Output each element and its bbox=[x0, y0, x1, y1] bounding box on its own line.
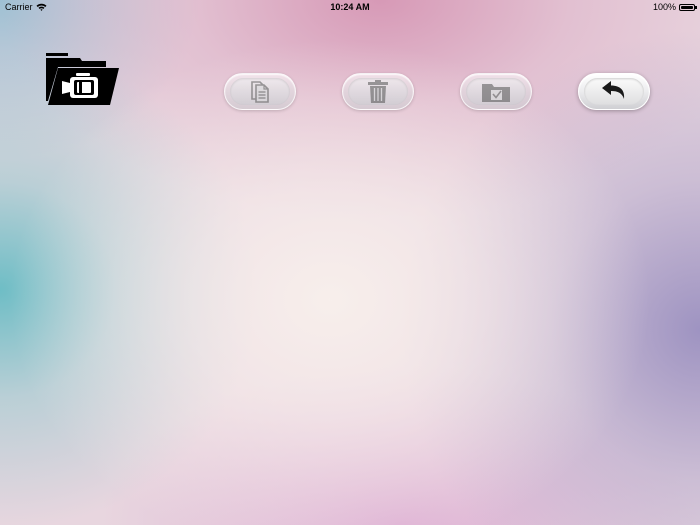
trash-icon bbox=[368, 79, 388, 103]
copy-documents-icon bbox=[251, 80, 269, 103]
battery-percent: 100% bbox=[652, 2, 676, 12]
move-to-folder-button[interactable] bbox=[460, 73, 532, 110]
battery-fill bbox=[681, 5, 693, 9]
battery-nub bbox=[695, 6, 697, 9]
video-folder-icon bbox=[44, 51, 120, 107]
status-bar: Carrier 10:24 AM 100% bbox=[0, 0, 700, 14]
status-time: 10:24 AM bbox=[330, 2, 370, 12]
delete-button[interactable] bbox=[342, 73, 414, 110]
back-button[interactable] bbox=[578, 73, 650, 110]
status-right: 100% bbox=[652, 2, 697, 12]
folder-check-icon bbox=[482, 83, 510, 102]
copy-button[interactable] bbox=[224, 73, 296, 110]
battery-icon bbox=[679, 3, 697, 11]
back-arrow-icon bbox=[602, 80, 625, 99]
